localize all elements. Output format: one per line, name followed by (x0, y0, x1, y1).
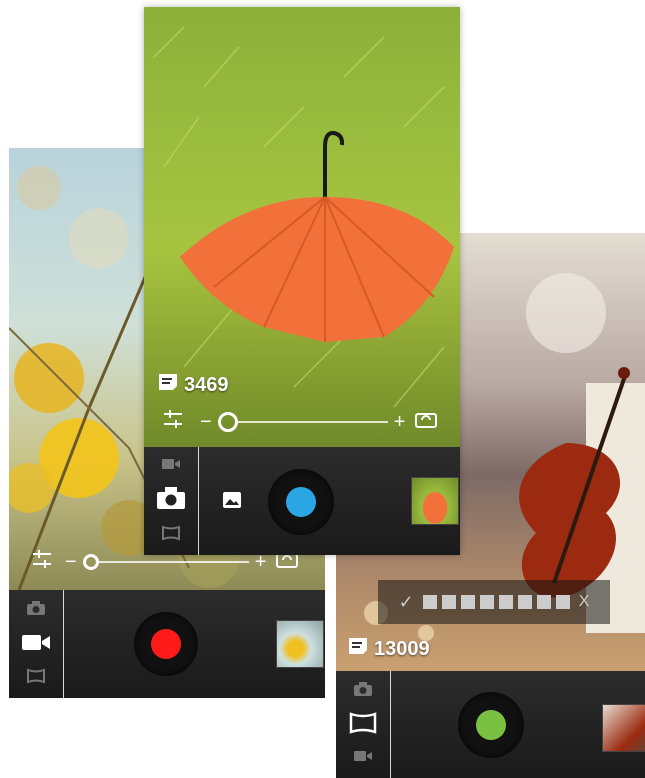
mode-selector (144, 447, 199, 555)
record-button[interactable] (134, 612, 198, 676)
switch-camera-icon[interactable] (413, 408, 439, 436)
zoom-track[interactable] (98, 561, 249, 563)
panorama-progress: ✓ X (378, 580, 610, 624)
panorama-icon[interactable] (161, 525, 181, 546)
shot-counter: 3469 (158, 373, 229, 397)
settings-sliders-icon[interactable] (162, 408, 184, 436)
panorama-frame (441, 595, 456, 609)
record-dot (151, 629, 181, 659)
shot-count: 3469 (184, 373, 229, 396)
panorama-frame (460, 595, 475, 609)
camera-icon[interactable] (156, 486, 186, 515)
panorama-frame (479, 595, 494, 609)
last-capture-thumbnail[interactable] (602, 704, 645, 752)
camera-icon[interactable] (26, 600, 46, 621)
check-icon[interactable]: ✓ (399, 592, 414, 613)
storage-icon (348, 637, 368, 661)
shot-counter: 13009 (348, 637, 430, 661)
control-bar (336, 671, 645, 778)
panorama-icon[interactable] (349, 712, 377, 739)
panorama-frame (517, 595, 532, 609)
zoom-knob[interactable] (217, 412, 238, 432)
zoom-in-button[interactable]: + (394, 411, 406, 434)
close-icon[interactable]: X (579, 593, 590, 611)
zoom-out-button[interactable]: − (200, 411, 212, 434)
mode-selector (9, 590, 64, 698)
shot-count: 13009 (374, 637, 430, 660)
zoom-out-button[interactable]: − (65, 551, 77, 574)
panorama-frame (536, 595, 551, 609)
storage-icon (158, 373, 178, 397)
control-bar (9, 590, 325, 698)
last-capture-thumbnail[interactable] (411, 477, 459, 525)
panorama-frame (498, 595, 513, 609)
panorama-icon[interactable] (26, 668, 46, 689)
panorama-frame (555, 595, 570, 609)
shutter-dot (286, 487, 316, 517)
panorama-shutter-button[interactable] (458, 692, 524, 758)
video-camera-icon[interactable] (161, 457, 181, 476)
viewfinder-umbrella: 3469 − + (144, 7, 460, 447)
camera-icon[interactable] (353, 681, 373, 702)
shutter-dot (476, 710, 506, 740)
last-capture-thumbnail[interactable] (276, 620, 324, 668)
mode-selector (336, 671, 391, 778)
panorama-frame (422, 595, 437, 609)
photo-screen: 3469 − + (144, 7, 460, 555)
settings-sliders-icon[interactable] (31, 548, 53, 576)
zoom-slider[interactable]: − + (162, 408, 454, 436)
zoom-knob[interactable] (82, 554, 99, 570)
control-bar (144, 447, 460, 555)
video-camera-icon[interactable] (353, 749, 373, 768)
zoom-track[interactable] (237, 421, 388, 423)
shutter-button[interactable] (268, 469, 334, 535)
gallery-icon[interactable] (222, 491, 242, 514)
video-camera-icon[interactable] (21, 631, 51, 658)
